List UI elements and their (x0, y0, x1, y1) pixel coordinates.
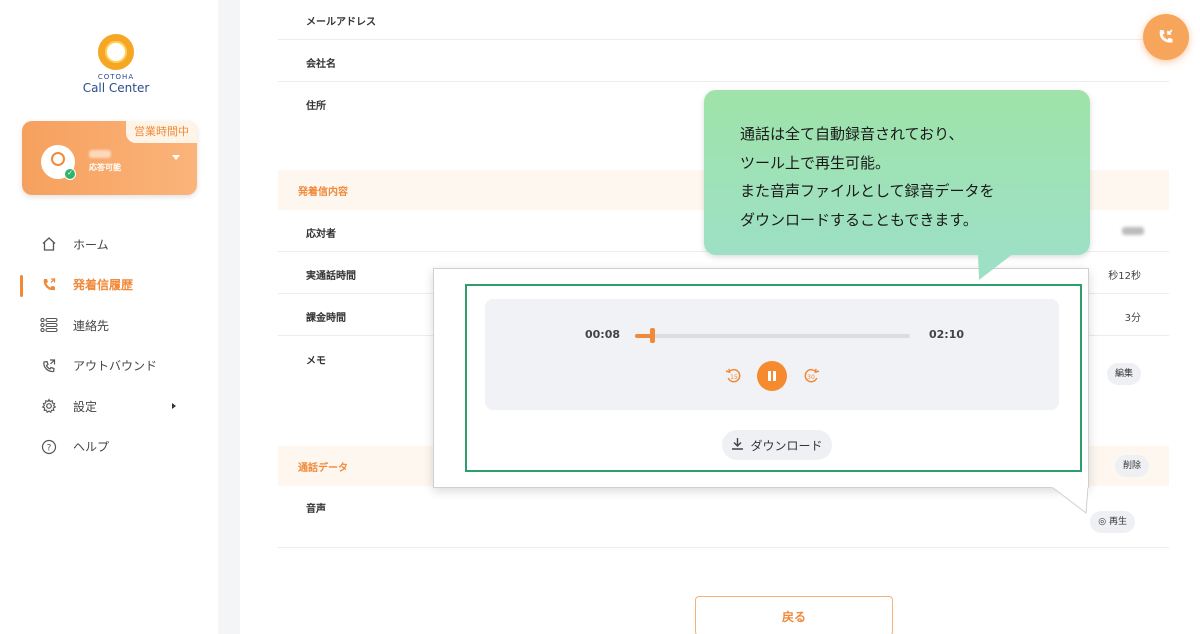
seek-bar-thumb[interactable] (650, 328, 655, 343)
callout-line: 通話は全て自動録音されており、 (740, 125, 964, 143)
billing-time-label: 課金時間 (306, 313, 346, 324)
callout-line: ダウンロードすることもできます。 (740, 210, 978, 229)
total-time: 02:10 (929, 328, 965, 341)
agent-status-card[interactable]: 営業時間中 ✓ 応答可能 (22, 121, 197, 195)
chevron-down-icon[interactable] (172, 155, 180, 160)
contacts-list-icon (40, 316, 58, 334)
callout-line: また音声ファイルとして録音データを (740, 182, 995, 200)
forward-30-icon[interactable]: 30 (803, 367, 821, 385)
sidebar-item-outbound[interactable]: アウトバウンド (20, 346, 210, 387)
popover-tail (1052, 486, 1088, 514)
audio-player (485, 299, 1059, 410)
memo-label: メモ (306, 356, 326, 367)
delete-button[interactable]: 削除 (1114, 455, 1149, 477)
download-button[interactable]: ダウンロード (722, 430, 832, 460)
responder-label: 応対者 (306, 229, 336, 240)
phone-incoming-icon (1159, 29, 1173, 43)
app-logo[interactable]: COTOHA Call Center (78, 34, 154, 95)
sidebar-item-label: ホーム (73, 237, 109, 252)
play-button[interactable]: ◎ 再生 (1090, 511, 1135, 533)
sidebar-item-label: アウトバウンド (73, 359, 158, 374)
address-label: 住所 (306, 101, 326, 112)
billing-time-value: 3分 (1124, 313, 1141, 324)
download-label: ダウンロード (750, 438, 823, 453)
company-label: 会社名 (306, 59, 336, 70)
help-icon: ? (40, 438, 58, 456)
home-icon (40, 235, 58, 253)
sidebar-item-settings[interactable]: 設定 (20, 386, 210, 427)
sidebar-item-home[interactable]: ホーム (20, 224, 210, 265)
chevron-right-icon (172, 403, 176, 409)
email-label: メールアドレス (306, 17, 376, 28)
sidebar-item-call-history[interactable]: 発着信履歴 (20, 265, 210, 306)
sidebar-item-label: 設定 (73, 399, 98, 414)
responder-name-redacted (1122, 227, 1144, 235)
sidebar-item-label: 連絡先 (73, 318, 110, 333)
sidebar-nav: ホーム 発着信履歴 連絡先 アウトバウンド 設定 ? ヘルプ (20, 224, 210, 467)
sidebar: COTOHA Call Center 営業時間中 ✓ 応答可能 ホーム 発着信履… (0, 0, 218, 634)
logo-ring-icon (98, 34, 134, 70)
pause-icon (773, 371, 776, 381)
sidebar-item-label: ヘルプ (73, 440, 110, 455)
avatar: ✓ (41, 145, 76, 180)
callout-tail (978, 253, 1014, 280)
back-button[interactable]: 戻る (695, 596, 893, 634)
callout-line: ツール上で再生可能。 (740, 153, 891, 172)
agent-name-redacted (89, 150, 111, 158)
agent-status-text: 応答可能 (89, 163, 121, 172)
actual-call-time-label: 実通話時間 (306, 271, 356, 282)
call-fab-button[interactable] (1143, 14, 1189, 60)
business-hours-badge: 営業時間中 (126, 121, 197, 143)
seek-bar[interactable] (635, 334, 910, 338)
memo-edit-button[interactable]: 編集 (1106, 363, 1141, 385)
gear-icon (40, 397, 58, 415)
outbound-call-icon (40, 357, 58, 375)
voice-label: 音声 (306, 504, 326, 515)
section-title: 発着信内容 (298, 187, 348, 198)
sidebar-item-label: 発着信履歴 (73, 278, 134, 293)
callout-text: 通話は全て自動録音されており、 ツール上で再生可能。 また音声ファイルとして録音… (740, 120, 995, 234)
rewind-15-icon[interactable]: 15 (724, 367, 742, 385)
sidebar-item-help[interactable]: ? ヘルプ (20, 427, 210, 468)
logo-title: Call Center (82, 81, 150, 95)
section-title: 通話データ (298, 463, 348, 474)
actual-call-time-value: 秒12秒 (1108, 271, 1141, 282)
annotation-callout: 通話は全て自動録音されており、 ツール上で再生可能。 また音声ファイルとして録音… (704, 90, 1090, 255)
play-circle-icon: ◎ (1098, 517, 1109, 527)
email-row: メールアドレス (278, 0, 1169, 40)
pause-icon (768, 371, 771, 381)
sidebar-item-contacts[interactable]: 連絡先 (20, 305, 210, 346)
svg-text:15: 15 (730, 374, 738, 381)
download-icon (731, 437, 744, 454)
svg-text:30: 30 (807, 374, 815, 381)
check-icon: ✓ (64, 168, 76, 180)
pause-button[interactable] (757, 361, 787, 391)
user-icon (51, 152, 65, 166)
company-row: 会社名 (278, 40, 1169, 82)
play-button-label: 再生 (1108, 517, 1127, 527)
phone-history-icon (40, 276, 58, 294)
voice-row: 音声 ◎ 再生 (278, 486, 1169, 548)
svg-text:?: ? (47, 443, 52, 453)
current-time: 00:08 (585, 328, 621, 341)
logo-subtitle: COTOHA (97, 73, 135, 81)
